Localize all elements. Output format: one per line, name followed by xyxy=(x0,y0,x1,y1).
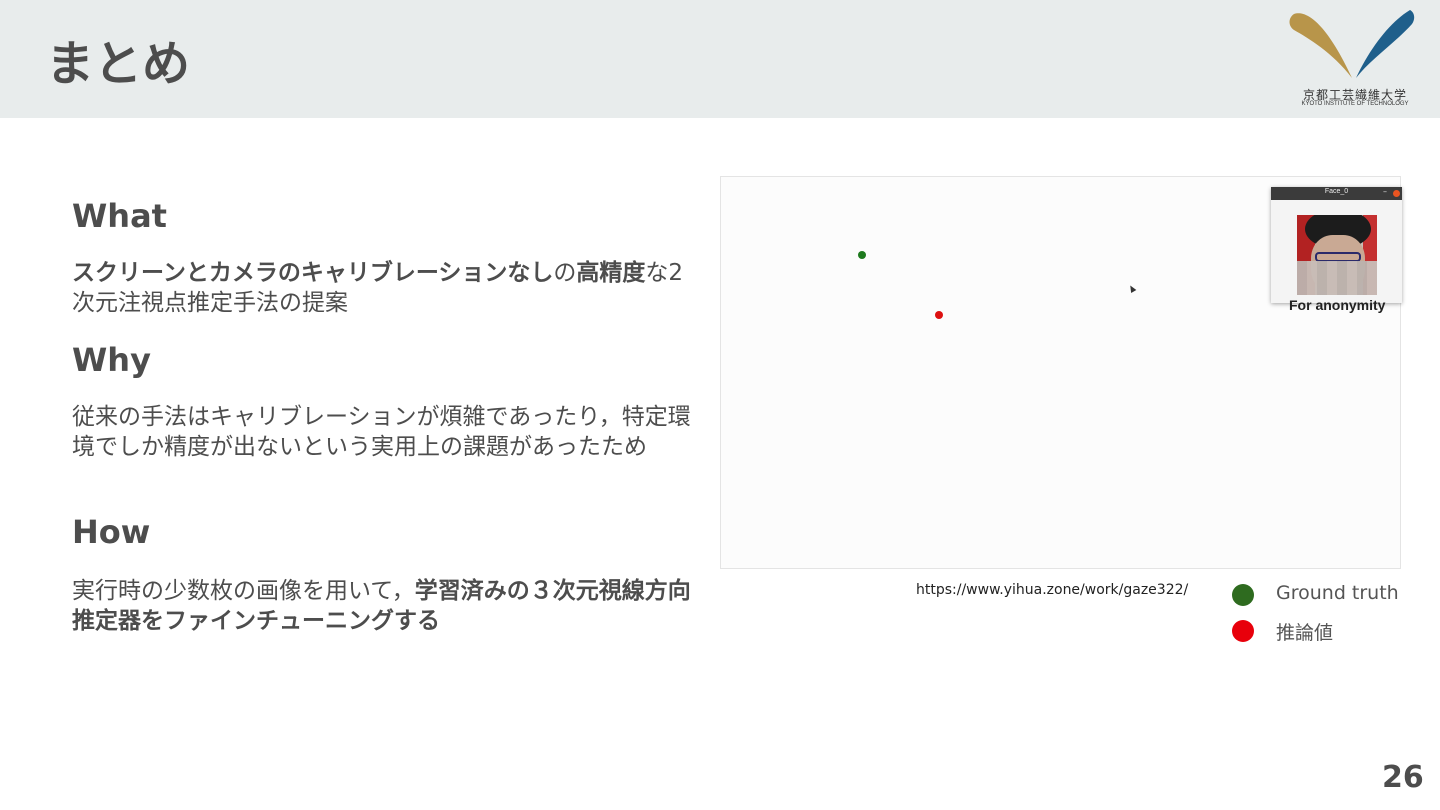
what-heading: What xyxy=(72,197,167,235)
what-bold-1: スクリーンとカメラのキャリブレーションなし xyxy=(72,260,554,286)
window-titlebar: Face_0 – xyxy=(1271,187,1402,200)
slide-title: まとめ xyxy=(46,36,191,92)
close-icon xyxy=(1393,190,1400,197)
slide-header: まとめ 京都工芸繊維大学 KYOTO INSTITUTE OF TECHNOLO… xyxy=(0,0,1440,118)
face-image xyxy=(1297,215,1377,295)
estimate-dot xyxy=(935,311,943,319)
legend-item-ground-truth: Ground truth xyxy=(1232,582,1432,608)
ground-truth-dot xyxy=(858,251,866,259)
source-url: https://www.yihua.zone/work/gaze322/ xyxy=(916,582,1189,598)
how-heading: How xyxy=(72,513,151,551)
how-text-1: 実行時の少数枚の画像を用いて， xyxy=(72,578,415,604)
mouse-cursor-icon xyxy=(1127,283,1137,294)
what-text-1: の xyxy=(553,260,577,286)
legend-dot-green-icon xyxy=(1232,584,1254,606)
logo-mark-icon xyxy=(1289,10,1415,78)
logo-text-en: KYOTO INSTITUTE OF TECHNOLOGY xyxy=(1301,101,1409,107)
legend-dot-red-icon xyxy=(1232,620,1254,642)
gaze-demo-screenshot: Face_0 – For anonymity xyxy=(720,176,1402,569)
why-text: 従来の手法はキャリブレーションが煩雑であったり，特定環境でしか精度が出ないという… xyxy=(72,404,691,460)
page-number: 26 xyxy=(1382,760,1424,795)
why-heading: Why xyxy=(72,341,151,379)
university-logo: 京都工芸繊維大学 KYOTO INSTITUTE OF TECHNOLOGY xyxy=(1286,8,1422,112)
what-text: スクリーンとカメラのキャリブレーションなしの高精度な2次元注視点推定手法の提案 xyxy=(72,258,702,318)
minimize-icon: – xyxy=(1383,187,1387,196)
how-text: 実行時の少数枚の画像を用いて，学習済みの３次元視線方向推定器をファインチューニン… xyxy=(72,576,702,636)
face-preview-window: Face_0 – xyxy=(1271,187,1402,303)
legend-label: Ground truth xyxy=(1276,582,1399,604)
anonymity-label: For anonymity xyxy=(1289,297,1386,313)
what-bold-2: 高精度 xyxy=(576,260,646,286)
legend-item-estimate: 推論値 xyxy=(1232,618,1432,644)
anonymity-mosaic xyxy=(1297,261,1377,295)
legend-label: 推論値 xyxy=(1276,622,1334,644)
